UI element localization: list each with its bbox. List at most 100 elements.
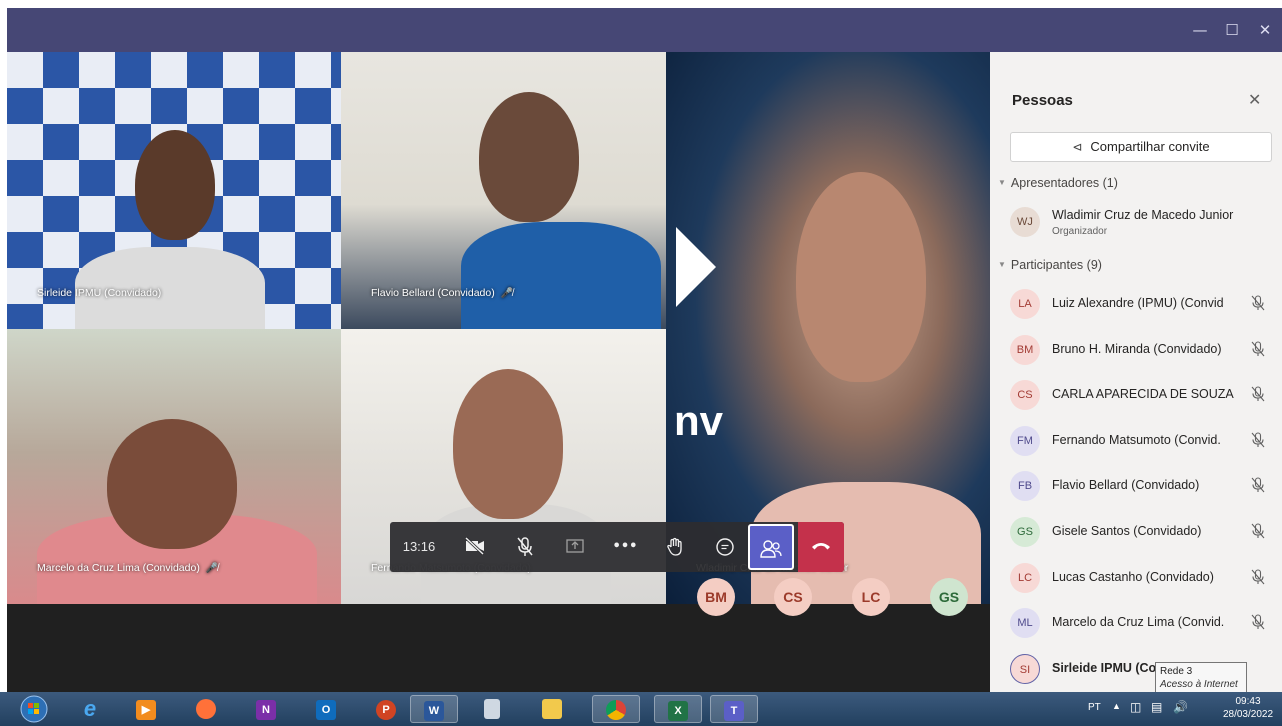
firefox-button[interactable]	[186, 695, 226, 723]
show-hidden-icons-icon[interactable]: ▲	[1112, 701, 1121, 711]
calculator-button[interactable]	[472, 695, 512, 723]
avatar: LC	[1010, 562, 1040, 593]
participant-item[interactable]: CS CARLA APARECIDA DE SOUZA	[1010, 375, 1278, 415]
participant-item[interactable]: ML Marcelo da Cruz Lima (Convid.	[1010, 603, 1278, 643]
teams-icon: T	[724, 701, 744, 721]
clock-date: 28/03/2022	[1222, 709, 1274, 720]
presenters-section-header[interactable]: ▼ Apresentadores (1)	[998, 176, 1118, 190]
outlook-icon: O	[316, 700, 336, 720]
meeting-controls: 13:16 •••	[390, 522, 844, 572]
language-indicator[interactable]: PT	[1088, 702, 1101, 713]
share-link-icon: ⊲	[1072, 140, 1083, 154]
avatar: BM	[1010, 334, 1040, 365]
folder-icon	[542, 699, 562, 719]
person-body	[461, 222, 661, 329]
chrome-button[interactable]	[592, 695, 640, 723]
video-tile-flavio[interactable]: Flavio Bellard (Convidado) 🎤̸	[341, 52, 666, 329]
hang-up-button[interactable]	[798, 522, 844, 572]
close-icon[interactable]: ✕	[1250, 8, 1280, 52]
action-center-icon[interactable]: ▤	[1151, 700, 1162, 714]
avatar[interactable]: BM	[697, 578, 735, 616]
mic-off-icon	[1251, 477, 1265, 493]
avatar: CS	[1010, 380, 1040, 411]
onenote-button[interactable]: N	[246, 695, 286, 723]
chrome-icon	[606, 700, 626, 720]
mic-off-icon	[1251, 614, 1265, 630]
network-tooltip: Rede 3 Acesso à Internet	[1155, 662, 1247, 694]
participant-item[interactable]: BM Bruno H. Miranda (Convidado)	[1010, 330, 1278, 370]
presenter-item[interactable]: WJ Wladimir Cruz de Macedo Junior Organi…	[1010, 202, 1278, 242]
chat-icon	[716, 538, 734, 556]
maximize-icon[interactable]: ☐	[1217, 8, 1247, 52]
person-head	[796, 172, 926, 382]
screen: — ☐ ✕ Sirleide IPMU (Convidado) Flavio B…	[0, 0, 1282, 726]
mic-off-icon: 🎤̸	[205, 563, 219, 574]
word-button[interactable]: W	[410, 695, 458, 723]
tile-name-label: Marcelo da Cruz Lima (Convidado) 🎤̸	[37, 562, 219, 574]
calculator-icon	[484, 699, 500, 719]
more-options-button[interactable]: •••	[602, 522, 648, 572]
avatar: FM	[1010, 425, 1040, 456]
participant-item[interactable]: FB Flavio Bellard (Convidado)	[1010, 466, 1278, 506]
media-player-button[interactable]: ▶	[126, 695, 166, 723]
avatar[interactable]: GS	[930, 578, 968, 616]
participant-item[interactable]: GS Gisele Santos (Convidado)	[1010, 512, 1278, 552]
taskbar: e ▶ N O P W X T PT ▲ ◫ ▤ 🔊 09:43 28/03/2…	[0, 692, 1282, 726]
brand-chevron	[676, 227, 716, 307]
hang-up-icon	[812, 543, 830, 550]
participant-name: Fernando Matsumoto (Convid.	[1052, 432, 1221, 447]
participant-item[interactable]: FM Fernando Matsumoto (Convid.	[1010, 421, 1278, 461]
close-icon[interactable]: ✕	[1248, 90, 1261, 109]
people-icon	[760, 540, 782, 558]
more-icon: •••	[612, 539, 638, 554]
avatar: ML	[1010, 608, 1040, 639]
mic-off-icon	[1251, 432, 1265, 448]
avatar: WJ	[1010, 207, 1040, 237]
people-button[interactable]	[748, 524, 794, 570]
share-icon	[566, 539, 584, 553]
mic-off-icon	[1251, 386, 1265, 402]
chevron-down-icon: ▼	[998, 178, 1006, 187]
avatar[interactable]: LC	[852, 578, 890, 616]
participant-item[interactable]: LC Lucas Castanho (Convidado)	[1010, 558, 1278, 598]
file-explorer-button[interactable]	[532, 695, 572, 723]
participant-name: Gisele Santos (Convidado)	[1052, 524, 1202, 538]
panel-title: Pessoas	[1012, 92, 1073, 109]
video-tile-marcelo[interactable]: Marcelo da Cruz Lima (Convidado) 🎤̸	[7, 329, 341, 604]
mic-off-button[interactable]	[502, 522, 548, 572]
excel-button[interactable]: X	[654, 695, 702, 723]
volume-icon[interactable]: 🔊	[1173, 700, 1188, 714]
video-tile-sirleide[interactable]: Sirleide IPMU (Convidado)	[7, 52, 341, 329]
outlook-button[interactable]: O	[306, 695, 346, 723]
raise-hand-button[interactable]	[652, 522, 698, 572]
clock[interactable]: 09:43 28/03/2022	[1218, 695, 1278, 721]
share-invite-button[interactable]: ⊲ Compartilhar convite	[1010, 132, 1272, 162]
person-head	[135, 130, 215, 240]
firefox-icon	[196, 699, 216, 719]
chat-button[interactable]	[702, 522, 748, 572]
camera-off-icon	[464, 536, 485, 556]
tile-name-label: Sirleide IPMU (Convidado)	[37, 287, 162, 299]
tooltip-title: Rede 3	[1160, 666, 1193, 677]
participants-section-header[interactable]: ▼ Participantes (9)	[998, 258, 1102, 272]
start-button[interactable]	[14, 695, 54, 723]
media-player-icon: ▶	[136, 700, 156, 720]
powerpoint-button[interactable]: P	[366, 695, 406, 723]
avatar: GS	[1010, 517, 1040, 547]
powerpoint-icon: P	[376, 700, 396, 720]
teams-button[interactable]: T	[710, 695, 758, 723]
avatar[interactable]: CS	[774, 578, 812, 616]
share-button[interactable]	[552, 522, 598, 572]
internet-explorer-icon[interactable]: e	[70, 695, 110, 723]
tile-name-label: Flavio Bellard (Convidado) 🎤̸	[371, 287, 514, 299]
mic-off-icon	[1251, 569, 1265, 584]
network-icon[interactable]: ◫	[1130, 700, 1141, 714]
participant-item[interactable]: LA Luiz Alexandre (IPMU) (Convid	[1010, 284, 1278, 324]
camera-off-button[interactable]	[452, 522, 498, 572]
excel-icon: X	[668, 701, 688, 721]
minimize-icon[interactable]: —	[1185, 8, 1215, 52]
participant-name: Luiz Alexandre (IPMU) (Convid	[1052, 296, 1224, 310]
participant-name: Bruno H. Miranda (Convidado)	[1052, 341, 1222, 356]
presenter-role: Organizador	[1052, 226, 1108, 237]
window-title-bar: — ☐ ✕	[7, 8, 1282, 52]
